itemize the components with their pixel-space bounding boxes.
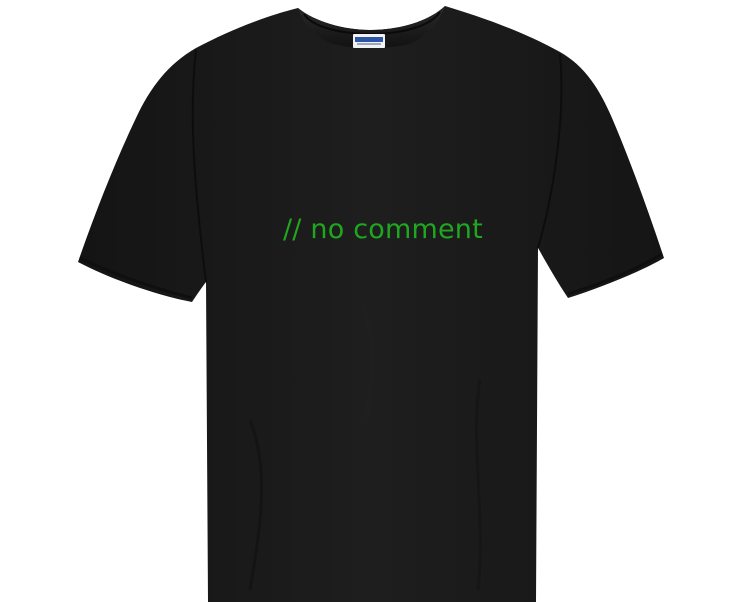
product-photo: // no comment	[0, 0, 735, 602]
shirt-print-text: // no comment	[283, 214, 483, 245]
t-shirt-image	[78, 6, 664, 602]
neck-label-tag	[353, 34, 385, 48]
shirt-body	[78, 6, 664, 602]
